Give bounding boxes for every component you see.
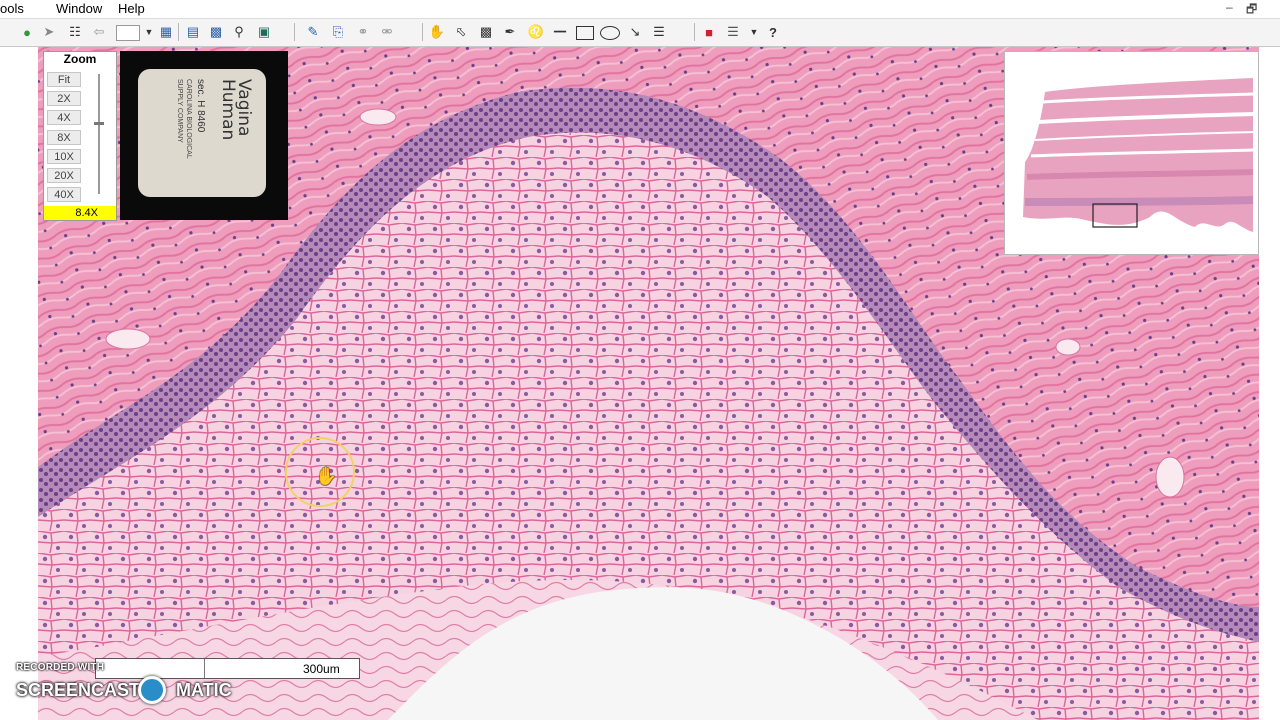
- restore-button[interactable]: 🗗: [1246, 0, 1257, 21]
- forward-icon[interactable]: ➤: [40, 23, 58, 41]
- left-panel-strip: [0, 47, 39, 720]
- minimize-button[interactable]: –: [1226, 0, 1233, 14]
- pen-icon[interactable]: ✒: [501, 23, 519, 41]
- zoom-40x-button[interactable]: 40X: [47, 187, 81, 202]
- annotation-icon[interactable]: ⎘: [329, 23, 347, 41]
- filter-icon[interactable]: ☰: [724, 23, 742, 41]
- menu-help[interactable]: Help: [118, 1, 145, 16]
- label-species: Human: [218, 79, 238, 141]
- zoom-title: Zoom: [63, 52, 97, 66]
- arrow-icon[interactable]: ↘: [626, 23, 644, 41]
- zoom-20x-button[interactable]: 20X: [47, 168, 81, 183]
- blank-icon[interactable]: [116, 25, 140, 41]
- scale-bar-label: 300um: [303, 662, 340, 676]
- dropdown2-icon[interactable]: ▼: [745, 23, 763, 41]
- label-supplier-1: CAROLINA BIOLOGICAL: [185, 79, 192, 159]
- zoom-10x-button[interactable]: 10X: [47, 149, 81, 164]
- zoom-8x-button[interactable]: 8X: [47, 130, 81, 145]
- zoom-2x-button[interactable]: 2X: [47, 91, 81, 106]
- frame-icon[interactable]: ▦: [157, 23, 175, 41]
- overview-thumbnail: [1023, 78, 1254, 232]
- zoom-slider-handle[interactable]: [94, 122, 104, 125]
- scale-bar: 300um: [95, 658, 360, 679]
- zoom-slider[interactable]: [98, 74, 100, 194]
- screen-icon[interactable]: ▣: [255, 23, 273, 41]
- export-icon[interactable]: ▩: [477, 23, 495, 41]
- label-supplier-2: SUPPLY COMPANY: [176, 79, 183, 143]
- watermark-brand-left: SCREENCAST: [16, 680, 141, 700]
- tree-icon[interactable]: ☷: [66, 23, 84, 41]
- zoom-panel: Zoom Fit 2X 4X 8X 10X 20X 40X 8.4X: [43, 51, 117, 221]
- ruler-icon[interactable]: ━━: [551, 23, 569, 41]
- menu-window[interactable]: Window: [56, 1, 102, 16]
- ellipse-icon[interactable]: [600, 26, 620, 40]
- select-icon[interactable]: ⬁: [452, 23, 470, 41]
- measure-icon[interactable]: ♌: [527, 23, 545, 41]
- menu-tools[interactable]: ools: [0, 1, 24, 16]
- label-section: sec. H 8460: [195, 79, 206, 133]
- menu-bar: ools Window Help – 🗗: [0, 0, 1280, 19]
- hand-icon[interactable]: ✋: [428, 23, 446, 41]
- rectangle-icon[interactable]: [576, 26, 594, 40]
- toolbar: ● ➤ ☷ ⇦ ▼ ▦ ▤ ▩ ⚲ ▣ ✎ ⎘ ⚭ ⚮ ✋ ⬁ ▩ ✒ ♌ ━━…: [0, 19, 1280, 47]
- link-icon[interactable]: ⚭: [354, 23, 372, 41]
- magnify-icon[interactable]: ⚲: [230, 23, 248, 41]
- grid-icon[interactable]: ▩: [207, 23, 225, 41]
- right-panel-strip: [1259, 47, 1280, 720]
- unlink-icon[interactable]: ⚮: [378, 23, 396, 41]
- zoom-fit-button[interactable]: Fit: [47, 72, 81, 87]
- go-icon[interactable]: ●: [18, 23, 36, 41]
- watermark-caption: RECORDED WITH: [16, 662, 105, 673]
- back-icon[interactable]: ⇦: [90, 23, 108, 41]
- slide-label: Vagina Human sec. H 8460 CAROLINA BIOLOG…: [138, 69, 266, 197]
- slide-label-panel: Vagina Human sec. H 8460 CAROLINA BIOLOG…: [120, 51, 288, 220]
- edit-icon[interactable]: ✎: [304, 23, 322, 41]
- watermark-brand-right: MATIC: [176, 680, 232, 700]
- layers-icon[interactable]: ▤: [184, 23, 202, 41]
- zoom-current-value: 8.4X: [44, 206, 116, 220]
- screencast-logo-icon: [138, 676, 166, 704]
- hand-cursor-icon: ✋: [315, 466, 338, 486]
- help-icon[interactable]: ?: [764, 23, 782, 41]
- dropdown-icon[interactable]: ▼: [140, 23, 158, 41]
- zoom-4x-button[interactable]: 4X: [47, 110, 81, 125]
- overview-navigator[interactable]: [1004, 51, 1259, 255]
- color-icon[interactable]: ■: [700, 23, 718, 41]
- list-icon[interactable]: ☰: [650, 23, 668, 41]
